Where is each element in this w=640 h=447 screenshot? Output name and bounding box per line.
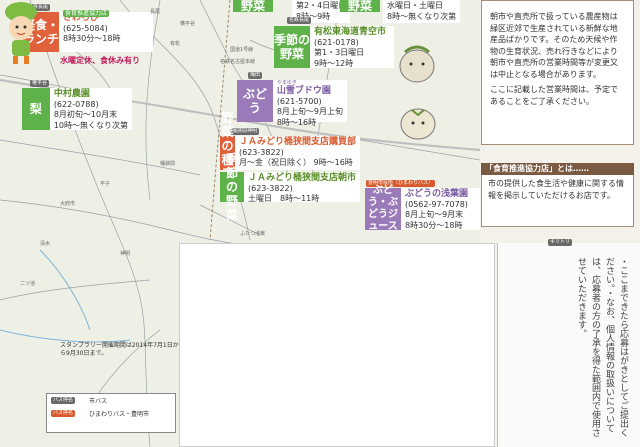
rail-label: 名鉄名古屋本線 xyxy=(220,59,256,65)
shop-hours: 8時30分～18時 xyxy=(405,220,463,230)
mascot-illustration xyxy=(5,2,37,64)
shop-phone: (621-0178) xyxy=(314,37,359,47)
shop-info: ぶどうの浅葉園 (0562-97-7078) 8月上旬～9月末 8時30分～18… xyxy=(401,188,472,230)
shop-hours: 8月上旬～9月末 xyxy=(405,210,464,219)
blank-card-area xyxy=(179,243,495,447)
place-label: 大府市 xyxy=(60,201,76,207)
shop-name: 有松東海道青空市 xyxy=(314,27,387,37)
shop-hours: 8時30分～18時 xyxy=(63,34,121,43)
shop-hours: 土曜日 8時～11時 xyxy=(247,194,320,203)
place-label: 桶狭間 xyxy=(160,161,176,167)
notice-paragraph: 朝市や直売所で扱っている農産物は緑区近郊で生産されている新鮮な地産品ばかりです。… xyxy=(490,12,618,79)
shop-info: ＪＡみどり桶狭間支店購買部 (623-3822) 月～金（祝日除く） 9時～16… xyxy=(235,136,360,170)
vertical-text: ・ここまできたら応募はがきとしてご提出ください。・なお、個人情報の取扱いについて… xyxy=(576,257,628,437)
legend-label: ひまわりバス・豊明市 xyxy=(89,411,150,418)
shop-phone: (623-3822) xyxy=(247,183,293,193)
shop-name: ＪＡみどり桶狭間支店朝市 xyxy=(247,173,356,183)
shop-card-arimatsu[interactable]: 季節の野菜 有松東海道青空市 (621-0178) 第1・3日曜日 9時～12時 xyxy=(274,26,394,68)
place-label: ふたつ池東 xyxy=(240,231,266,237)
category-label: 季節の野菜 xyxy=(220,152,244,222)
tomato-illustration xyxy=(400,108,436,140)
shop-phone: (623-3822) xyxy=(238,147,284,157)
category-label: 季節の野菜 xyxy=(274,26,310,68)
category-label: 野菜 xyxy=(233,0,273,13)
coop-description: 市の提供した食生活や健康に関する情報を掲示していただけるお店です。 xyxy=(481,175,634,227)
place-label: 二ツ池 xyxy=(20,281,36,287)
shop-card-ja-market[interactable]: 季節の野菜 ＪＡみどり桶狭間支店朝市 (623-3822) 土曜日 8時～11時 xyxy=(220,152,360,222)
legend-row: バス停名 市バス xyxy=(47,394,175,407)
cutout-panel: キリトリ ・ここまできたら応募はがきとしてご提出ください。・なお、個人情報の取扱… xyxy=(497,239,640,447)
shop-hours: 9時～16時 xyxy=(313,158,353,167)
shop-info: さわらび (625-5084) 8時30分～18時 xyxy=(59,12,124,52)
shop-name: 山雪ブドウ園 xyxy=(276,86,331,96)
cut-line-label: キリトリ xyxy=(548,239,573,246)
category-label: ぶどう・ぶどうジュース xyxy=(365,185,401,232)
bus-stop-badge: バス停名 xyxy=(51,410,76,417)
shop-card-sawarabi[interactable]: 軽食・ランチ さわらび (625-5084) 8時30分～18時 xyxy=(23,12,153,52)
category-label: 野菜 xyxy=(340,0,380,13)
eggplant-illustration xyxy=(399,45,435,83)
legend-label: 市バス xyxy=(89,398,108,405)
shop-hours: 月～金（祝日除く） xyxy=(238,158,311,167)
closed-note: 水曜定休、食休み有り xyxy=(60,56,140,65)
hours-line: 水曜日・土曜日 xyxy=(387,1,443,10)
bus-stop-badge: バス停名 xyxy=(51,397,76,404)
shop-phone: (625-5084) xyxy=(63,23,108,33)
shop-card-yamayuki[interactable]: ぶどう やまゆき 山雪ブドウ園 (621-5700) 8月上旬～9月上旬 8時～… xyxy=(237,80,347,127)
hours-line: 第2・4日曜日 xyxy=(296,1,347,10)
shop-info: ＪＡみどり桶狭間支店朝市 (623-3822) 土曜日 8時～11時 xyxy=(244,172,360,203)
stamp-rally-note: スタンプラリー開催期間は2014年7月1日から9月30日まで。 xyxy=(60,342,179,357)
coop-header: 「食育推進協力店」とは…… xyxy=(481,163,634,175)
hours-line: 8時～無くなり次第 xyxy=(387,11,457,21)
top-category-vegetable: 野菜 xyxy=(233,0,273,13)
shop-hours: 第1・3日曜日 xyxy=(314,48,365,57)
category-label: 梨 xyxy=(22,88,50,130)
shop-hours: 10時～無くなり次第 xyxy=(53,120,128,130)
top-item-hours-2: 水曜日・土曜日 8時～無くなり次第 xyxy=(383,0,461,23)
shop-hours: 8時～16時 xyxy=(276,117,317,127)
shop-name: ＪＡみどり桶狭間支店購買部 xyxy=(238,137,356,147)
place-label: 清水 xyxy=(40,241,51,247)
shop-hours: 9時～12時 xyxy=(314,58,354,68)
map-legend: バス停名 市バス バス停名 ひまわりバス・豊明市 xyxy=(46,393,176,433)
shop-name: 中村農園 xyxy=(53,89,90,99)
notice-paragraph: ここに記載した営業時間は、予定であることをご了承ください。 xyxy=(490,85,618,106)
place-label: 平子 xyxy=(100,181,111,187)
category-label: ぶどう xyxy=(237,80,273,122)
shop-info: 中村農園 (622-0788) 8月初旬～10月末 10時～無くなり次第 xyxy=(50,88,132,130)
legend-row: バス停名 ひまわりバス・豊明市 xyxy=(47,407,175,420)
shop-hours: 8月上旬～9月上旬 xyxy=(276,107,343,116)
top-category-vegetable-2: 野菜 xyxy=(340,0,380,13)
place-label: 長尾 xyxy=(150,9,161,15)
bus-stop-tag: 権平谷 xyxy=(30,80,50,87)
shop-info: 有松東海道青空市 (621-0178) 第1・3日曜日 9時～12時 xyxy=(310,26,390,68)
place-label: 神明 xyxy=(120,251,131,257)
shop-info: やまゆき 山雪ブドウ園 (621-5700) 8月上旬～9月上旬 8時～16時 xyxy=(273,80,347,127)
bus-stop-tag: 名鉄長尾 xyxy=(287,17,312,24)
bus-stop-tag: 梅田 xyxy=(248,72,263,79)
shop-name: ぶどうの浅葉園 xyxy=(405,189,469,199)
shop-phone: (0562-97-7078) xyxy=(405,199,468,209)
place-label: 横平谷 xyxy=(180,21,196,27)
notice-box: 朝市や直売所で扱っている農産物は緑区近郊で生産されている新鮮な地産品ばかりです。… xyxy=(481,0,634,145)
shop-hours: 8月初旬～10月末 xyxy=(53,110,118,119)
shop-card-nakamura[interactable]: 梨 中村農園 (622-0788) 8月初旬～10月末 10時～無くなり次第 xyxy=(22,88,132,130)
shop-phone: (621-5700) xyxy=(276,96,322,106)
place-label: 有松 xyxy=(170,41,181,47)
shop-phone: (622-0788) xyxy=(53,99,99,109)
coop-badge: 食育推進協力店 xyxy=(63,10,110,17)
shop-card-asaba[interactable]: ぶどう・ぶどうジュース ぶどうの浅葉園 (0562-97-7078) 8月上旬～… xyxy=(365,185,480,232)
road-label: 国道1号線 xyxy=(230,47,254,53)
